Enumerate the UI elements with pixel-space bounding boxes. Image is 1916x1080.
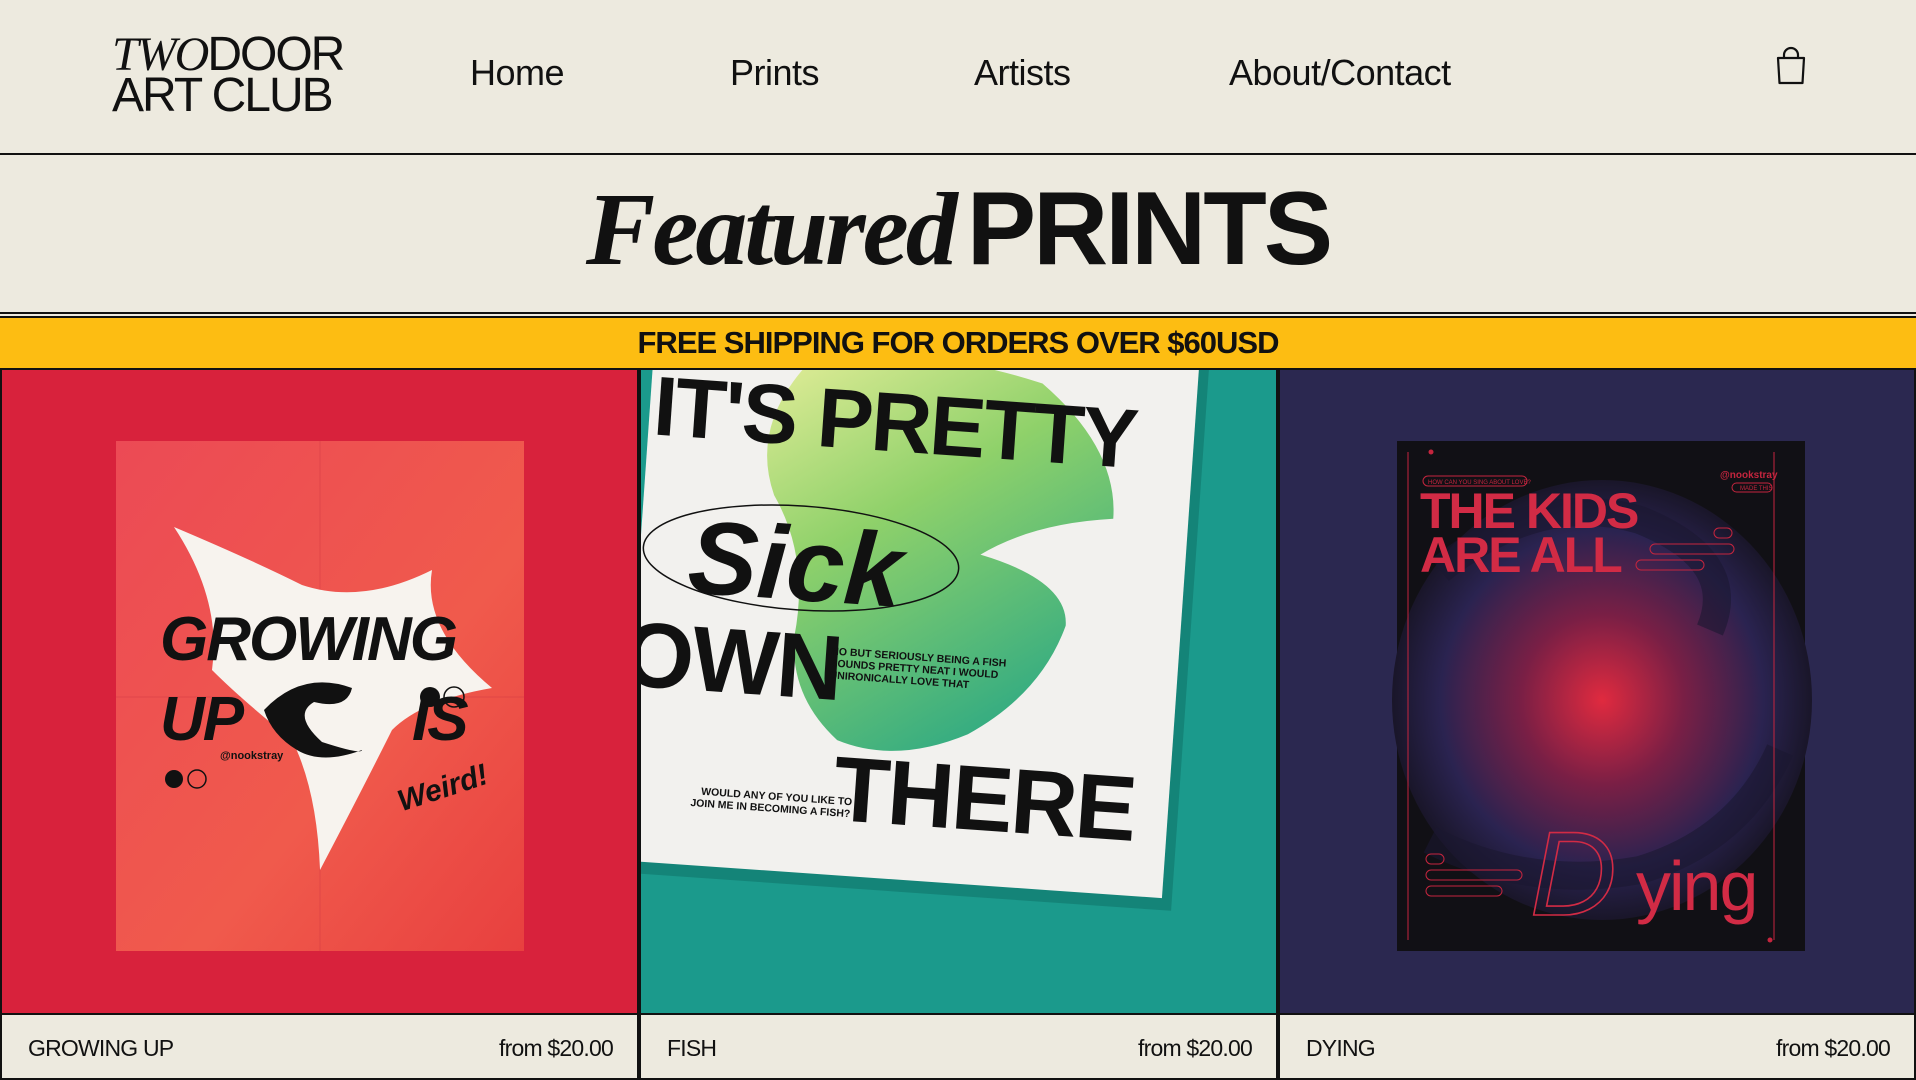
logo-line-2: ART CLUB [112, 69, 334, 123]
shipping-banner-text: FREE SHIPPING FOR ORDERS OVER $60USD [637, 325, 1280, 360]
poster-credit: @nookstray [220, 750, 284, 762]
product-card-growing-up[interactable]: GROWING UP IS @nookstray Weird! GROWING … [0, 370, 639, 1080]
product-footer: GROWING UP from $20.00 [2, 1013, 637, 1078]
product-footer: DYING from $20.00 [1280, 1013, 1914, 1078]
poster-credit: @nookstray [1720, 470, 1778, 481]
product-image[interactable]: GROWING UP IS @nookstray Weird! [2, 370, 637, 1013]
product-image[interactable]: HOW CAN YOU SING ABOUT LOVE? @nookstray … [1280, 370, 1914, 1013]
product-price: from $20.00 [1776, 1035, 1891, 1061]
nav-prints[interactable]: Prints [730, 52, 820, 94]
page-title: Featured PRINTS [0, 177, 1916, 282]
poster-line-2a: UP [160, 685, 245, 754]
product-price: from $20.00 [499, 1035, 614, 1061]
site-header: TWODOOR ART CLUB Home Prints Artists Abo… [0, 0, 1916, 155]
product-image[interactable]: IT'S PRETTY Sick OWN NO BUT SERIOUSLY BE… [641, 370, 1276, 1013]
product-price: from $20.00 [1138, 1035, 1253, 1061]
nav-artists[interactable]: Artists [974, 52, 1071, 94]
poster-credit-sub: MADE THIS [1740, 486, 1773, 492]
product-footer: FISH from $20.00 [641, 1013, 1276, 1078]
product-name[interactable]: DYING [1306, 1035, 1376, 1062]
product-name[interactable]: FISH [667, 1035, 717, 1062]
poster-tail: ying [1636, 847, 1756, 925]
product-card-fish[interactable]: IT'S PRETTY Sick OWN NO BUT SERIOUSLY BE… [639, 370, 1278, 1080]
shipping-banner: FREE SHIPPING FOR ORDERS OVER $60USD [0, 316, 1916, 370]
poster-line-1: GROWING [160, 605, 457, 674]
poster-line-3: OWN [641, 603, 845, 720]
title-italic-word: Featured [585, 172, 958, 287]
poster-script-letter: D [1530, 807, 1617, 941]
site-logo[interactable]: TWODOOR ART CLUB [112, 31, 345, 123]
nav-home[interactable]: Home [470, 52, 565, 94]
title-bold-word: PRINTS [966, 171, 1333, 287]
featured-section-header: Featured PRINTS [0, 157, 1916, 314]
shopping-bag-icon[interactable] [1774, 46, 1808, 86]
poster-line-4: THERE [830, 738, 1138, 861]
poster-line-2: ARE ALL [1420, 527, 1621, 583]
product-name[interactable]: GROWING UP [28, 1035, 174, 1062]
nav-about-contact[interactable]: About/Contact [1229, 52, 1451, 94]
product-card-dying[interactable]: HOW CAN YOU SING ABOUT LOVE? @nookstray … [1278, 370, 1916, 1080]
